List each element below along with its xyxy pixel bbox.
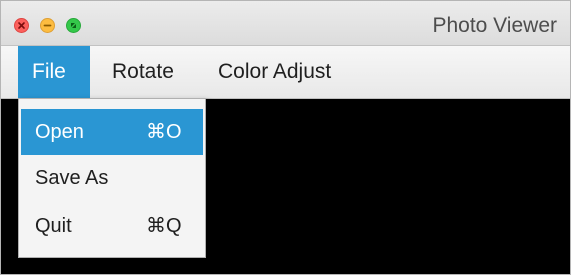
menu-bar: File Rotate Color Adjust [1, 46, 570, 99]
menu-item-shortcut: ⌘O [146, 121, 182, 143]
minimize-icon [43, 24, 52, 27]
close-icon [18, 22, 25, 29]
app-window: Photo Viewer File Rotate Color Adjust Op… [0, 0, 571, 275]
menu-item-quit[interactable]: Quit ⌘Q [21, 203, 203, 249]
menu-item-label: Open [35, 121, 84, 143]
window-title: Photo Viewer [432, 14, 557, 37]
menu-color-adjust[interactable]: Color Adjust [204, 46, 345, 98]
close-button[interactable] [14, 18, 29, 33]
minimize-button[interactable] [40, 18, 55, 33]
menu-item-open[interactable]: Open ⌘O [21, 109, 203, 155]
menu-item-save-as[interactable]: Save As [21, 155, 203, 201]
menu-rotate[interactable]: Rotate [98, 46, 188, 98]
menu-item-label: Quit [35, 215, 72, 237]
menu-file[interactable]: File [18, 46, 90, 98]
maximize-button[interactable] [66, 18, 81, 33]
menu-item-label: Save As [35, 167, 109, 189]
title-bar[interactable]: Photo Viewer [1, 1, 570, 46]
maximize-icon [71, 23, 76, 28]
menu-item-shortcut: ⌘Q [146, 215, 182, 237]
file-dropdown-menu: Open ⌘O Save As Quit ⌘Q [18, 98, 206, 258]
